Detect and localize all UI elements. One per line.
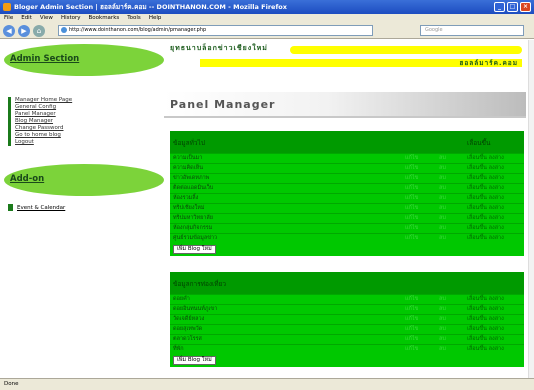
add-blog-button[interactable]: เพิ่ม Blog ใหม่ (173, 245, 216, 254)
add-blog-row: เพิ่ม Blog ใหม่ (170, 354, 524, 367)
minimize-button[interactable]: _ (494, 2, 505, 12)
table-row: วัดเจดีย์หลวง แก้ไข ลบ เลื่อนขึ้น ลงล่าง (170, 314, 524, 324)
panel-group-general: ข้อมูลทั่วไป เลื่อนขึ้น ความเป็นมา แก้ไขล… (170, 131, 524, 256)
search-input[interactable]: Google (420, 25, 524, 36)
site-header: ยุทธนาบล็อกข่าวเชียงใหม่ ฮอลล์มาร์ค.คอม (170, 43, 522, 73)
order-column-header: เลื่อนขึ้น (467, 139, 491, 147)
group-name: ข้อมูลการท่องเที่ยว (173, 280, 227, 288)
menu-link-home-blog[interactable]: Go to home blog (15, 132, 72, 139)
menu-link-logout[interactable]: Logout (15, 139, 72, 146)
table-row: ศูนย์รวมข้อมูลข่าว แก้ไข ลบ เลื่อนขึ้น ลงล่… (170, 233, 524, 243)
url-bar[interactable]: http://www.dointhanon.com/blog/admin/pma… (58, 25, 373, 36)
site-icon (61, 27, 67, 33)
menu-history[interactable]: History (61, 14, 81, 23)
table-row: ดอยสุเทพวัด แก้ไข ลบ เลื่อนขึ้น ลงล่าง (170, 324, 524, 334)
header-accent-top (290, 46, 522, 54)
page-scrollbar[interactable] (528, 40, 534, 378)
menu-link-manager-home[interactable]: Manager Home Page (15, 97, 72, 104)
status-text: Done (4, 381, 19, 387)
home-icon[interactable]: ⌂ (33, 24, 45, 37)
menu-link-general-config[interactable]: General Config (15, 104, 72, 111)
back-icon[interactable]: ◀ (3, 24, 15, 37)
addon-event-calendar[interactable]: Event & Calendar (8, 204, 65, 211)
table-row: ห้องรวมลิ้ง แก้ไข ลบ เลื่อนขึ้น ลงล่าง (170, 193, 524, 203)
group-name: ข้อมูลทั่วไป (173, 139, 205, 147)
menu-view[interactable]: View (40, 14, 53, 23)
menubar: File Edit View History Bookmarks Tools H… (0, 14, 534, 23)
menu-edit[interactable]: Edit (21, 14, 32, 23)
admin-menu: Manager Home Page General Config Panel M… (8, 97, 72, 146)
table-row: ข่าวอัพเดทภาพ แก้ไข ลบ เลื่อนขึ้น ลงล่าง (170, 173, 524, 183)
table-row: ที่พัก แก้ไข ลบ เลื่อนขึ้น ลงล่าง (170, 344, 524, 354)
table-row: ห้องกลุ่มกิจกรรม แก้ไข ลบ เลื่อนขึ้น ลงล่าง (170, 223, 524, 233)
window-titlebar: Bloger Admin Section | ฮอลล์มาร์ค.คอม --… (0, 0, 534, 14)
add-blog-button[interactable]: เพิ่ม Blog ใหม่ (173, 356, 216, 365)
table-row: ความคิดเห็น แก้ไข ลบ เลื่อนขึ้น ลงล่าง (170, 163, 524, 173)
table-row: ทริปมหาวิทยาลัย แก้ไข ลบ เลื่อนขึ้น ลงล่าง (170, 213, 524, 223)
close-button[interactable]: × (520, 2, 531, 12)
table-row: ดอยอินทนนท์ภูเขา แก้ไข ลบ เลื่อนขึ้น ลงล่าง (170, 304, 524, 314)
table-row: ตลาดวโรรส แก้ไข ลบ เลื่อนขึ้น ลงล่าง (170, 334, 524, 344)
table-row: ดอยคำ แก้ไข ลบ เลื่อนขึ้น ลงล่าง (170, 294, 524, 304)
menu-link-change-password[interactable]: Change Password (15, 125, 72, 132)
maximize-button[interactable]: □ (507, 2, 518, 12)
page-content: Admin Section Manager Home Page General … (0, 40, 534, 378)
table-row: ทริปเชียงใหม่ แก้ไข ลบ เลื่อนขึ้น ลงล่าง (170, 203, 524, 213)
site-subtitle: ฮอลล์มาร์ค.คอม (459, 59, 518, 67)
status-bar: Done (0, 378, 534, 390)
admin-section-header: Admin Section (4, 44, 164, 76)
panel-group-travel: ข้อมูลการท่องเที่ยว ดอยคำ แก้ไข ลบ เลื่อนขึ… (170, 272, 524, 367)
url-text: http://www.dointhanon.com/blog/admin/pma… (69, 27, 207, 33)
menu-file[interactable]: File (4, 14, 13, 23)
table-row: ความเป็นมา แก้ไข ลบ เลื่อนขึ้น ลงล่าง (170, 153, 524, 163)
menu-bookmarks[interactable]: Bookmarks (89, 14, 120, 23)
page-title: Panel Manager (164, 92, 526, 118)
menu-link-blog-manager[interactable]: Blog Manager (15, 118, 72, 125)
navigation-toolbar: ◀ ▶ ⌂ http://www.dointhanon.com/blog/adm… (0, 23, 534, 39)
table-header: ข้อมูลการท่องเที่ยว (170, 272, 524, 294)
site-title: ยุทธนาบล็อกข่าวเชียงใหม่ (170, 44, 268, 52)
menu-help[interactable]: Help (149, 14, 162, 23)
search-placeholder: Google (425, 27, 443, 33)
menu-tools[interactable]: Tools (127, 14, 141, 23)
add-blog-row: เพิ่ม Blog ใหม่ (170, 243, 524, 256)
table-row: ติดต่อแอดมินเว็บ แก้ไข ลบ เลื่อนขึ้น ลงล่าง (170, 183, 524, 193)
addon-bullet (8, 204, 13, 211)
firefox-icon (3, 3, 11, 11)
forward-icon[interactable]: ▶ (18, 24, 30, 37)
window-title: Bloger Admin Section | ฮอลล์มาร์ค.คอม --… (14, 3, 287, 11)
addon-label: Event & Calendar (17, 204, 66, 211)
menu-link-panel-manager[interactable]: Panel Manager (15, 111, 72, 118)
admin-sidebar: Admin Section Manager Home Page General … (0, 40, 164, 378)
addon-section-header: Add-on (4, 164, 164, 196)
table-header: ข้อมูลทั่วไป เลื่อนขึ้น (170, 131, 524, 153)
